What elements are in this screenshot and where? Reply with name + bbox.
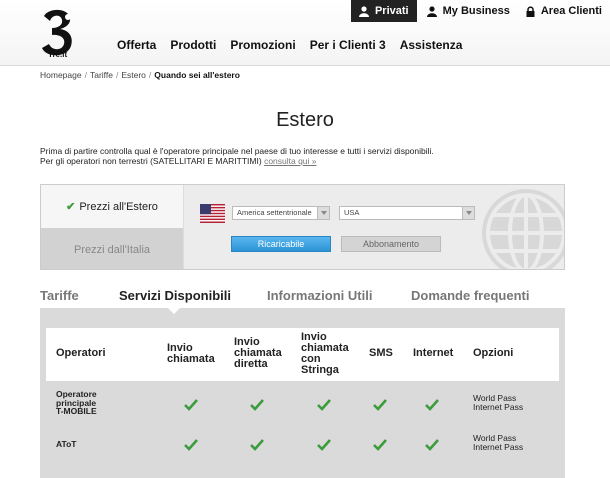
tab-prezzi-estero-label: Prezzi all'Estero [79, 200, 158, 213]
header-line: diretta [234, 358, 268, 370]
rate-controls: America settentrionale USA Ricaricabile … [183, 185, 564, 269]
selected-tab-pointer [167, 307, 181, 314]
check-icon [425, 399, 439, 411]
globe-icon [482, 189, 564, 269]
breadcrumb-tariffe[interactable]: Tariffe [90, 70, 113, 80]
check-icon [250, 399, 264, 411]
header-invio-chiamata: Invio chiamata [167, 343, 215, 365]
header-operatori: Operatori [56, 347, 106, 359]
operator-name-line: T-MOBILE [56, 406, 97, 416]
ricaricabile-button[interactable]: Ricaricabile [231, 236, 331, 252]
breadcrumb-separator: / [148, 70, 152, 80]
tab-prezzi-estero[interactable]: ✔ Prezzi all'Estero [41, 185, 183, 228]
header-line: Stringa [301, 364, 339, 376]
abbonamento-button[interactable]: Abbonamento [341, 236, 441, 252]
top-nav: Privati My Business Area Clienti [350, 0, 610, 22]
check-icon [250, 439, 264, 451]
breadcrumb-separator: / [115, 70, 119, 80]
check-icon [317, 399, 331, 411]
logo-text: Tre.it [48, 50, 68, 59]
region-select[interactable]: America settentrionale [232, 206, 330, 220]
check-icon [184, 439, 198, 451]
breadcrumb-current: Quando sei all'estero [154, 70, 240, 80]
chevron-down-icon [462, 207, 474, 219]
country-select[interactable]: USA [339, 206, 475, 220]
main-nav-prodotti[interactable]: Prodotti [170, 38, 216, 52]
check-icon [317, 439, 331, 451]
option-internet-pass[interactable]: Internet Pass [473, 443, 523, 452]
operator-name-line: AToT [56, 439, 77, 449]
business-person-icon [426, 5, 437, 17]
top-nav-privati[interactable]: Privati [350, 0, 417, 22]
lock-icon [526, 6, 535, 17]
chevron-down-icon [317, 207, 329, 219]
header-sms: SMS [369, 347, 393, 359]
region-select-value: America settentrionale [237, 208, 312, 217]
breadcrumb-homepage[interactable]: Homepage [40, 70, 82, 80]
options-cell: World Pass Internet Pass [473, 394, 523, 412]
top-nav-label: Area Clienti [540, 5, 602, 17]
main-nav-assistenza[interactable]: Assistenza [400, 38, 463, 52]
tab-domande-frequenti[interactable]: Domande frequenti [411, 288, 529, 303]
check-icon [184, 399, 198, 411]
intro-line-2: Per gli operatori non terrestri (SATELLI… [40, 156, 262, 166]
page-title: Estero [276, 109, 334, 131]
tab-prezzi-italia-label: Prezzi dall'Italia [73, 243, 151, 256]
options-cell: World Pass Internet Pass [473, 434, 523, 452]
breadcrumb-separator: / [84, 70, 87, 80]
operator-name: AToT [56, 440, 76, 449]
usa-flag-icon [200, 204, 225, 223]
top-nav-my-business[interactable]: My Business [419, 0, 518, 22]
top-nav-area-clienti[interactable]: Area Clienti [518, 0, 610, 22]
content-tabs: Tariffe Servizi Disponibili Informazioni… [40, 288, 565, 308]
tab-informazioni-utili[interactable]: Informazioni Utili [267, 288, 372, 303]
tab-prezzi-italia[interactable]: Prezzi dall'Italia [41, 228, 183, 269]
header-opzioni: Opzioni [473, 347, 514, 359]
top-nav-label: My Business [442, 5, 510, 17]
intro-line-1: Prima di partire controlla qual è l'oper… [40, 146, 434, 156]
breadcrumb-estero[interactable]: Estero [121, 70, 146, 80]
person-icon [358, 5, 369, 17]
check-icon [373, 439, 387, 451]
table-row: AToT World Pass Internet Pass [46, 426, 559, 466]
main-nav-per-i-clienti[interactable]: Per i Clienti 3 [310, 38, 386, 52]
main-nav-offerta[interactable]: Offerta [117, 38, 156, 52]
tab-servizi-disponibili[interactable]: Servizi Disponibili [119, 288, 231, 303]
option-internet-pass[interactable]: Internet Pass [473, 403, 523, 412]
header-internet: Internet [413, 347, 454, 359]
consulta-qui-link[interactable]: consulta qui » [264, 156, 316, 166]
check-icon [425, 439, 439, 451]
main-nav: Offerta Prodotti Promozioni Per i Client… [110, 38, 469, 52]
breadcrumb: Homepage / Tariffe / Estero / Quando sei all'e… [40, 70, 240, 80]
tab-tariffe[interactable]: Tariffe [40, 288, 79, 303]
header-line: chiamata [167, 353, 215, 365]
table-header: Operatori Invio chiamata Invio chiamata … [46, 328, 559, 381]
header-invio-chiamata-stringa: Invio chiamata con Stringa [301, 332, 349, 376]
main-nav-promozioni[interactable]: Promozioni [230, 38, 295, 52]
check-icon [373, 399, 387, 411]
top-nav-label: Privati [374, 5, 409, 17]
country-select-value: USA [344, 208, 360, 217]
checkmark-icon: ✔ [66, 201, 76, 213]
intro-text: Prima di partire controlla qual è l'oper… [40, 146, 434, 166]
header-invio-chiamata-diretta: Invio chiamata diretta [234, 337, 282, 370]
operator-name: Operatore principale T-MOBILE [56, 390, 97, 416]
table-row: Operatore principale T-MOBILE World Pass… [46, 386, 559, 426]
site-header: Tre.it Privati My Business Area Clienti … [0, 0, 610, 66]
services-table: Operatori Invio chiamata Invio chiamata … [40, 308, 565, 478]
rate-selector: ✔ Prezzi all'Estero Prezzi dall'Italia A… [40, 184, 565, 270]
